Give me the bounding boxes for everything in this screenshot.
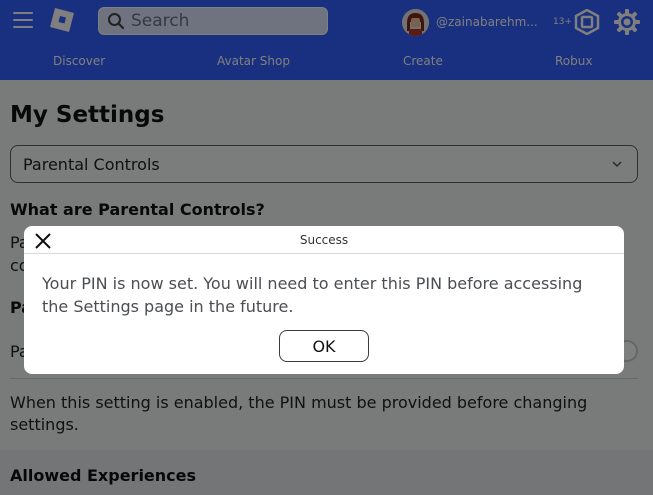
dialog-header: Success [24,226,624,254]
dialog-title: Success [299,233,349,247]
dialog-message: Your PIN is now set. You will need to en… [42,274,583,316]
success-dialog: Success Your PIN is now set. You will ne… [24,226,624,374]
ok-button[interactable]: OK [279,330,369,362]
